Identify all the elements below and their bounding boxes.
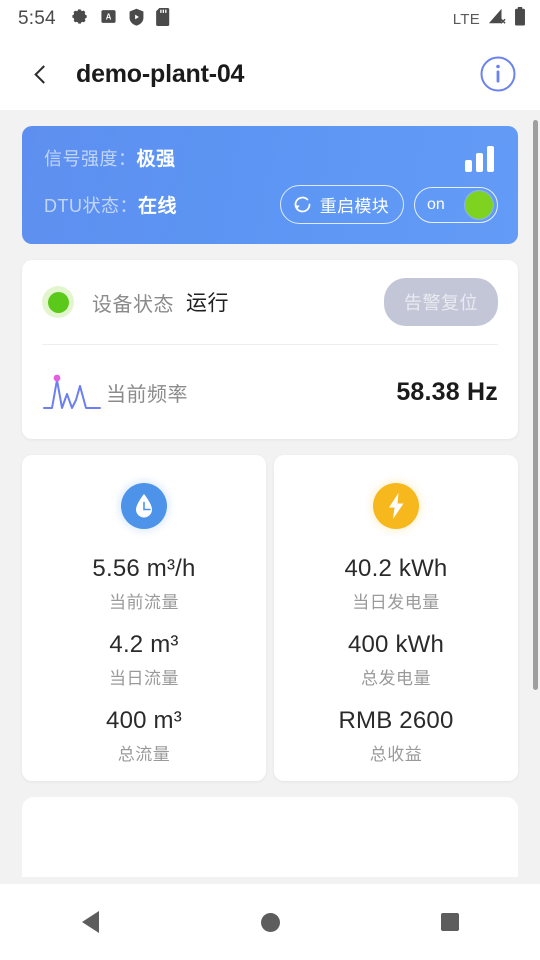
frequency-value: 58.38 Hz [396, 377, 498, 406]
battery-full-icon [514, 7, 526, 31]
app-root: 5:54 A LTE demo-plant-04 信号强度： 极强 DTU状态：… [0, 0, 540, 960]
metric-value: RMB 2600 [338, 707, 454, 734]
metric-caption: 总收益 [369, 745, 423, 764]
metric-value: 400 m³ [106, 707, 182, 734]
nav-home-icon [260, 912, 280, 932]
nav-recents-button[interactable] [415, 897, 485, 947]
page-title: demo-plant-04 [76, 59, 245, 88]
status-bar-right-icons: LTE [453, 7, 526, 31]
alarm-reset-button[interactable]: 告警复位 [384, 278, 498, 326]
metric-item: RMB 2600 总收益 [339, 707, 454, 765]
back-button[interactable] [24, 57, 58, 91]
device-status-card: 设备状态 运行 告警复位 当前频率 58.38 Hz [22, 260, 518, 439]
info-circle-icon [480, 56, 516, 92]
metric-item: 400 kWh 总发电量 [348, 631, 444, 689]
signal-strength-value: 极强 [136, 149, 176, 170]
metric-item: 4.2 m³ 当日流量 [109, 631, 179, 689]
metric-item: 5.56 m³/h 当前流量 [92, 555, 195, 613]
module-power-toggle[interactable]: on [414, 186, 498, 223]
module-power-toggle-label: on [427, 195, 445, 213]
boxed-a-icon: A [100, 8, 117, 30]
signal-bars-icon [465, 146, 494, 172]
info-button[interactable] [478, 54, 518, 94]
signal-strength-label: 信号强度： [44, 148, 137, 169]
nav-recents-icon [441, 913, 459, 931]
android-nav-bar [0, 884, 540, 960]
frequency-label: 当前频率 [106, 383, 188, 406]
app-header: demo-plant-04 [0, 38, 540, 110]
water-drop-icon [121, 483, 167, 529]
dtu-state-label: DTU状态： [44, 195, 138, 216]
nav-back-button[interactable] [55, 897, 125, 947]
next-card-partial [22, 797, 518, 877]
metric-caption: 当日流量 [109, 669, 179, 688]
dtu-state-value: 在线 [138, 196, 178, 217]
power-metric-card: 40.2 kWh 当日发电量 400 kWh 总发电量 RMB 2600 总收益 [274, 455, 518, 781]
metric-cards: 5.56 m³/h 当前流量 4.2 m³ 当日流量 400 m³ 总流量 40… [22, 455, 518, 781]
metric-caption: 当前流量 [109, 593, 179, 612]
status-bar-left-icons: A [70, 7, 171, 31]
status-bar-clock: 5:54 [18, 8, 56, 29]
restart-module-button[interactable]: 重启模块 [279, 185, 404, 224]
metric-caption: 总流量 [117, 745, 171, 764]
toggle-knob [465, 190, 493, 219]
flow-metric-card: 5.56 m³/h 当前流量 4.2 m³ 当日流量 400 m³ 总流量 [22, 455, 266, 781]
scroll-content[interactable]: 信号强度： 极强 DTU状态： 在线 重启模块 on 设备状态 运行 告警复位 … [0, 110, 540, 884]
metric-item: 40.2 kWh 当日发电量 [345, 555, 448, 613]
restart-module-label: 重启模块 [319, 197, 389, 216]
nav-back-icon [81, 911, 99, 933]
shield-play-icon [128, 8, 145, 31]
device-status-label: 设备状态 [92, 293, 174, 316]
lightning-bolt-icon [373, 483, 419, 529]
dtu-status-card: 信号强度： 极强 DTU状态： 在线 重启模块 on [22, 126, 518, 244]
vertical-scrollbar[interactable] [533, 120, 538, 690]
sd-card-icon [155, 7, 171, 31]
chevron-left-icon [33, 64, 53, 84]
frequency-row: 当前频率 58.38 Hz [42, 345, 498, 439]
metric-value: 40.2 kWh [344, 555, 448, 582]
network-type-label: LTE [452, 10, 480, 28]
signal-strength-row: 信号强度： 极强 [44, 144, 498, 171]
device-status-row: 设备状态 运行 告警复位 [42, 260, 498, 344]
status-dot-icon [42, 286, 74, 318]
svg-text:A: A [105, 12, 111, 21]
metric-item: 400 m³ 总流量 [106, 707, 182, 765]
waveform-icon [43, 374, 101, 409]
metric-value: 400 kWh [347, 631, 445, 658]
nav-home-button[interactable] [235, 897, 305, 947]
metric-caption: 当日发电量 [352, 593, 440, 612]
metric-value: 5.56 m³/h [92, 555, 196, 582]
device-status-value: 运行 [186, 292, 229, 315]
signal-no-service-icon [487, 8, 507, 31]
metric-caption: 总发电量 [361, 669, 431, 688]
dtu-state-row: DTU状态： 在线 重启模块 on [44, 185, 498, 224]
refresh-icon [294, 196, 311, 213]
gear-icon [70, 7, 89, 31]
status-bar: 5:54 A LTE [0, 0, 540, 38]
metric-value: 4.2 m³ [109, 631, 179, 658]
